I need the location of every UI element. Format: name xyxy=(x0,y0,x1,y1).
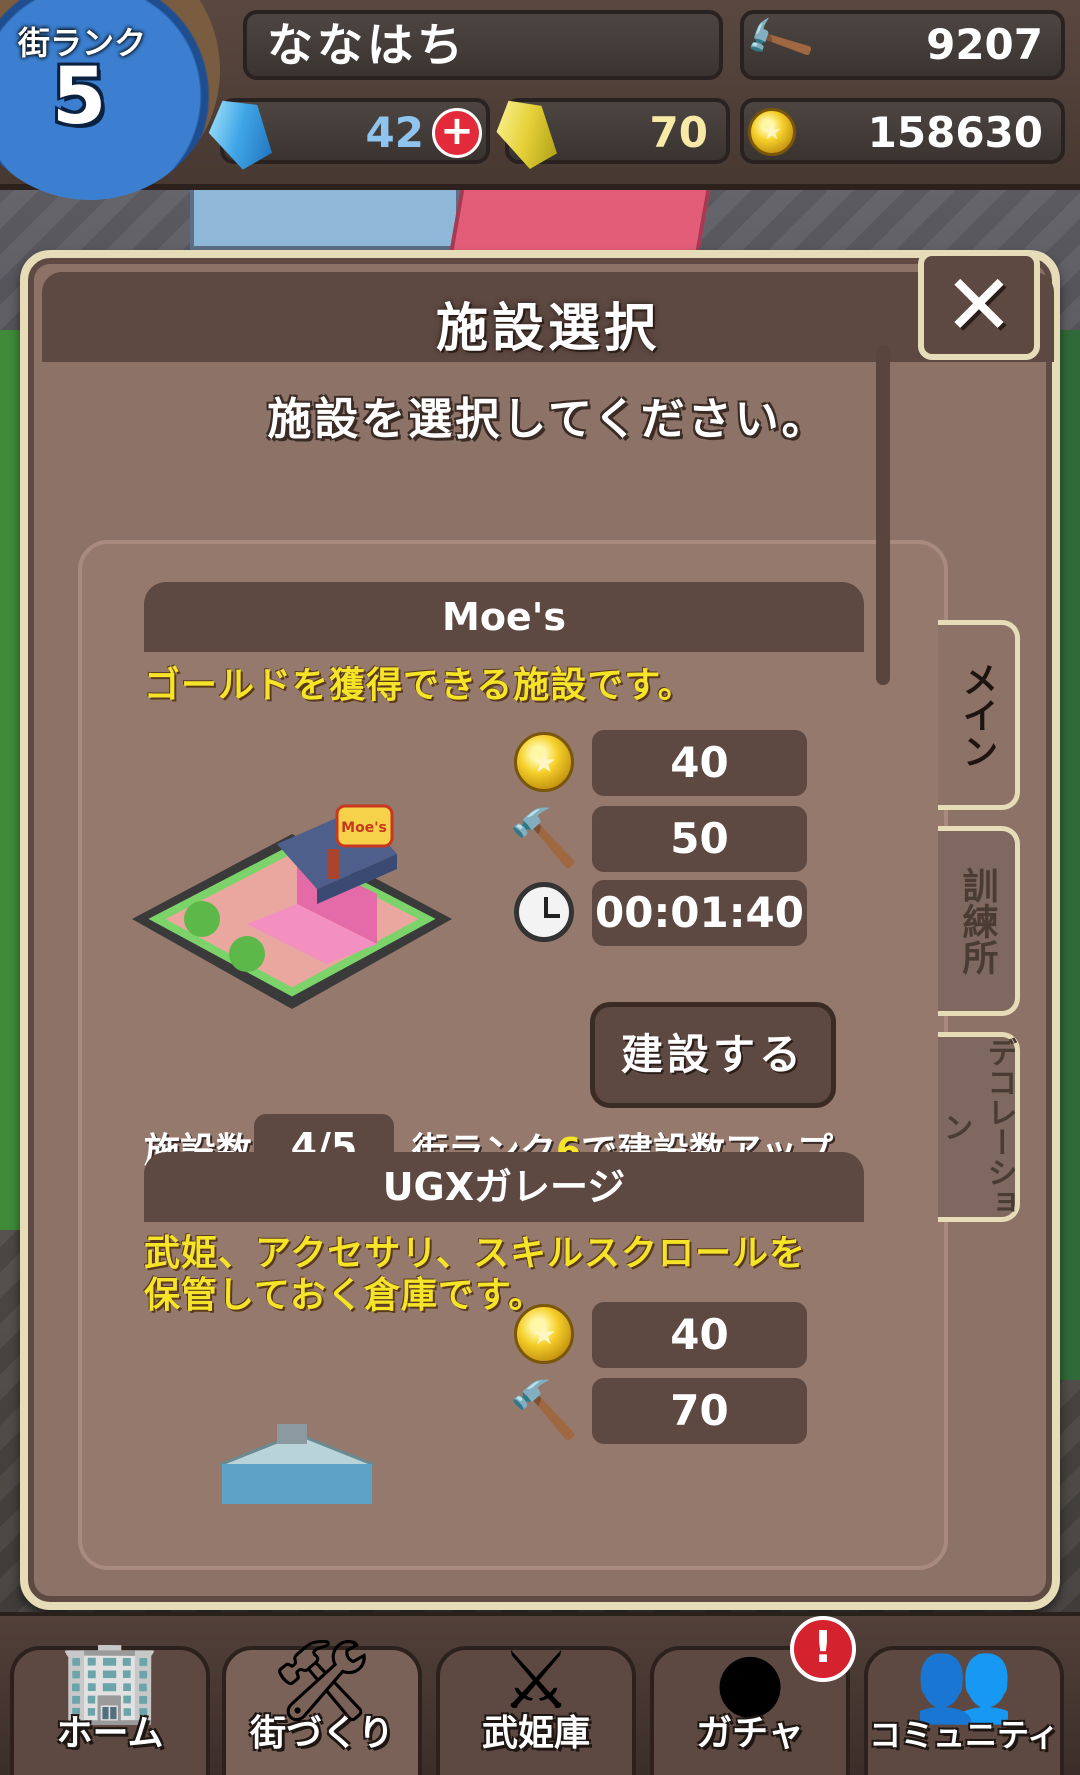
background-maid-cafe xyxy=(448,185,712,255)
facility-name-ugx-garage: UGXガレージ xyxy=(144,1152,864,1222)
close-icon: ✕ xyxy=(943,256,1015,354)
background-building xyxy=(190,180,460,250)
gold-cost: 40 xyxy=(592,730,807,796)
nav-armory-label: 武姫庫 xyxy=(481,1713,590,1754)
nav-gacha-label: ガチャ xyxy=(696,1713,804,1754)
gold-coin-icon: ★ xyxy=(748,108,796,156)
hammer-cost-icon: 🔨 xyxy=(509,806,579,871)
facility-description: ゴールドを獲得できる施設です。 xyxy=(144,665,695,706)
tab-decoration[interactable]: デコレーション xyxy=(938,1032,1020,1222)
ugx-garage-building-image xyxy=(218,1424,376,1504)
hammer-cost: 70 xyxy=(592,1378,807,1444)
gacha-alert-badge: ! xyxy=(790,1616,856,1682)
tab-main[interactable]: メイン xyxy=(938,620,1020,810)
nav-home-label: ホーム xyxy=(56,1713,164,1754)
facility-select-dialog: 施設選択 施設を選択してください。 Moe's ゴールドを獲得できる施設です。 … xyxy=(20,250,1060,1610)
bottom-nav: 🏢 ホーム 🛠 街づくり ⚔ 武姫庫 ● ガチャ 👥 コミュニティ xyxy=(0,1612,1080,1775)
player-name[interactable]: ななはち xyxy=(243,10,723,80)
nav-town-build-label: 街づくり xyxy=(249,1713,394,1754)
build-time: 00:01:40 xyxy=(592,880,807,946)
facility-description-line1: 武姫、アクセサリ、スキルスクロールを xyxy=(144,1233,807,1274)
hammer-count: 9207 xyxy=(926,20,1043,69)
list-scrollbar[interactable] xyxy=(876,345,890,685)
facility-list[interactable]: Moe's ゴールドを獲得できる施設です。 ★ 40 🔨 50 00:01:40… xyxy=(78,540,948,1570)
yellow-gem-count: 70 xyxy=(649,108,708,157)
nav-town-build-button[interactable]: 🛠 街づくり xyxy=(222,1634,422,1775)
add-gems-button[interactable]: + xyxy=(432,108,482,158)
dialog-subtitle: 施設を選択してください。 xyxy=(267,394,829,445)
gold-cost-icon: ★ xyxy=(512,1302,576,1366)
tab-training[interactable]: 訓練所 xyxy=(938,826,1020,1016)
rank-value: 5 xyxy=(52,52,107,142)
dialog-header: 施設選択 xyxy=(42,272,1054,362)
gold-count: 158630 xyxy=(867,108,1043,157)
facility-name-moes: Moe's xyxy=(144,582,864,652)
nav-home-button[interactable]: 🏢 ホーム xyxy=(10,1634,210,1775)
nav-armory-button[interactable]: ⚔ 武姫庫 xyxy=(436,1634,636,1775)
blue-gem-count: 42 xyxy=(365,108,424,157)
moes-building-image: Moe's xyxy=(132,804,452,1009)
nav-community-label: コミュニティ xyxy=(868,1716,1060,1754)
nav-community-button[interactable]: 👥 コミュニティ xyxy=(864,1634,1064,1775)
dialog-title: 施設選択 xyxy=(435,299,660,359)
hammer-cost-icon: 🔨 xyxy=(509,1378,579,1443)
build-button[interactable]: 建設する xyxy=(590,1002,836,1108)
close-button[interactable]: ✕ xyxy=(918,250,1040,360)
clock-icon xyxy=(512,880,576,944)
gold-cost: 40 xyxy=(592,1302,807,1368)
hammer-cost: 50 xyxy=(592,806,807,872)
gold-cost-icon: ★ xyxy=(512,730,576,794)
building-sign-text: Moe's xyxy=(341,820,387,836)
